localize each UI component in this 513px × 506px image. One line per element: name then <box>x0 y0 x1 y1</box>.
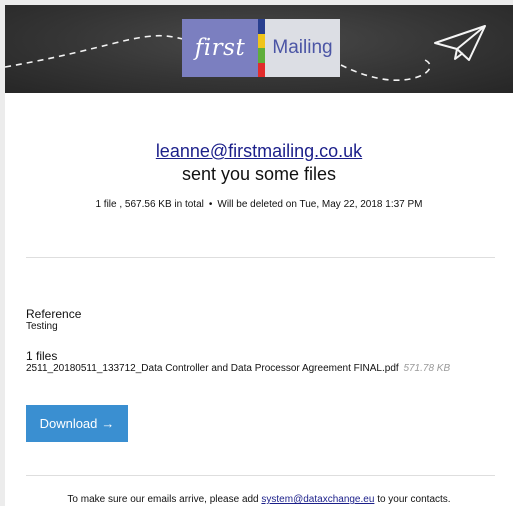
paper-plane-icon <box>434 25 486 61</box>
summary-separator: • <box>208 199 213 210</box>
logo-stripe <box>258 48 265 63</box>
reference-label: Reference <box>26 307 82 321</box>
footer-suffix: to your contacts. <box>377 494 451 505</box>
logo-stripe <box>258 62 265 77</box>
deletion-date: Will be deleted on Tue, May 22, 2018 1:3… <box>217 199 423 210</box>
reference-value: Testing <box>26 321 58 332</box>
footer-note: To make sure our emails arrive, please a… <box>5 494 513 505</box>
logo-color-stripes <box>258 19 265 77</box>
file-list-item: 2511_20180511_133712_Data Controller and… <box>26 363 450 374</box>
first-mailing-logo: first Mailing <box>182 19 340 77</box>
logo-right-panel: Mailing <box>265 19 340 77</box>
files-count-label: 1 files <box>26 349 58 363</box>
logo-word-first: first <box>194 35 246 61</box>
logo-word-mailing: Mailing <box>272 37 333 58</box>
logo-stripe <box>258 19 265 34</box>
footer-email-link[interactable]: system@dataxchange.eu <box>261 494 374 505</box>
header-banner: first Mailing <box>5 5 513 93</box>
divider <box>26 257 495 258</box>
transfer-summary: 1 file , 567.56 KB in total • Will be dele… <box>5 199 513 210</box>
download-button[interactable]: Download → <box>26 405 128 442</box>
arrow-right-icon: → <box>101 416 115 431</box>
email-body: first Mailing leanne@firstmailing.co.uk … <box>5 5 513 506</box>
file-name: 2511_20180511_133712_Data Controller and… <box>26 363 399 374</box>
download-label: Download <box>39 416 98 431</box>
logo-left-panel: first <box>182 19 258 77</box>
file-size: 571.78 KB <box>403 363 451 374</box>
footer-prefix: To make sure our emails arrive, please a… <box>67 494 259 505</box>
logo-stripe <box>258 33 265 48</box>
sent-you-files-heading: sent you some files <box>181 164 337 184</box>
sender-email-link[interactable]: leanne@firstmailing.co.uk <box>5 141 513 162</box>
file-count-size: 1 file , 567.56 KB in total <box>95 199 204 210</box>
divider <box>26 475 495 476</box>
